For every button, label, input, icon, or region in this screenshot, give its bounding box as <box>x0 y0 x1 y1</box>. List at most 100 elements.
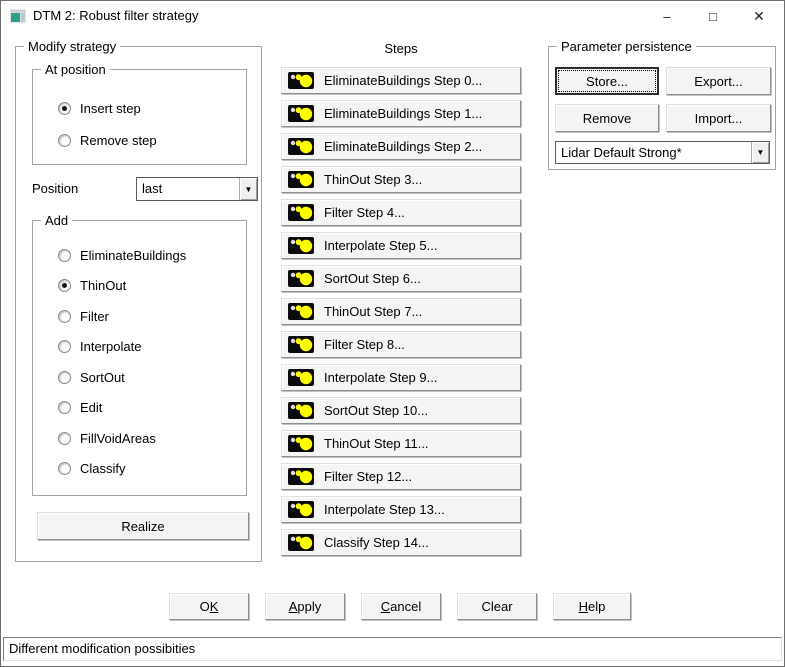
radio-icon <box>58 310 71 323</box>
at-position-group: At position Insert step Remove step <box>32 69 247 165</box>
add-radio-option[interactable]: Classify <box>58 459 186 479</box>
add-options: EliminateBuildings ThinOut Filter Interp… <box>58 245 186 479</box>
step-button-label: ThinOut Step 3... <box>324 172 422 187</box>
step-button-label: Interpolate Step 9... <box>324 370 437 385</box>
radio-option-label: Insert step <box>80 101 141 116</box>
radio-option-label: FillVoidAreas <box>80 431 156 446</box>
step-button[interactable]: Filter Step 4... <box>281 199 521 226</box>
clear-button[interactable]: Clear <box>457 593 537 620</box>
preset-combobox[interactable]: Lidar Default Strong* ▼ <box>555 141 770 164</box>
step-button[interactable]: Interpolate Step 9... <box>281 364 521 391</box>
steps-column: Steps EliminateBuildings Step 0... <box>281 41 521 562</box>
strategy-step-icon <box>288 468 314 485</box>
step-button-label: ThinOut Step 11... <box>324 436 429 451</box>
step-button-label: Classify Step 14... <box>324 535 429 550</box>
position-combobox-value: last <box>137 178 239 200</box>
add-radio-option[interactable]: Edit <box>58 398 186 418</box>
step-button[interactable]: SortOut Step 10... <box>281 397 521 424</box>
add-radio-option[interactable]: Filter <box>58 306 186 326</box>
step-button[interactable]: ThinOut Step 3... <box>281 166 521 193</box>
radio-option-label: Edit <box>80 400 102 415</box>
radio-option-label: Classify <box>80 461 126 476</box>
radio-icon <box>58 279 71 292</box>
step-button[interactable]: Interpolate Step 13... <box>281 496 521 523</box>
step-button[interactable]: Interpolate Step 5... <box>281 232 521 259</box>
title-bar: DTM 2: Robust filter strategy – □ ✕ <box>1 1 784 31</box>
step-button[interactable]: Filter Step 8... <box>281 331 521 358</box>
close-button[interactable]: ✕ <box>736 1 782 31</box>
modify-strategy-label: Modify strategy <box>24 39 120 54</box>
step-button[interactable]: EliminateBuildings Step 1... <box>281 100 521 127</box>
step-button[interactable]: SortOut Step 6... <box>281 265 521 292</box>
radio-icon <box>58 102 71 115</box>
store-button-label: Store... <box>558 70 656 92</box>
strategy-step-icon <box>288 171 314 188</box>
apply-button[interactable]: Apply <box>265 593 345 620</box>
store-button[interactable]: Store... <box>555 67 659 95</box>
cancel-button[interactable]: Cancel <box>361 593 441 620</box>
radio-option-label: ThinOut <box>80 278 126 293</box>
at-position-radio-option[interactable]: Insert step <box>58 98 157 118</box>
strategy-step-icon <box>288 72 314 89</box>
step-button-label: ThinOut Step 7... <box>324 304 422 319</box>
step-button[interactable]: Filter Step 12... <box>281 463 521 490</box>
strategy-step-icon <box>288 105 314 122</box>
radio-option-label: Remove step <box>80 133 157 148</box>
footer-buttons: OK Apply Cancel Clear Help <box>169 593 631 620</box>
radio-icon <box>58 462 71 475</box>
strategy-step-icon <box>288 138 314 155</box>
step-button-label: EliminateBuildings Step 0... <box>324 73 482 88</box>
add-radio-option[interactable]: SortOut <box>58 367 186 387</box>
position-combobox[interactable]: last ▼ <box>136 177 258 201</box>
step-button-label: Filter Step 4... <box>324 205 405 220</box>
step-button[interactable]: ThinOut Step 11... <box>281 430 521 457</box>
at-position-radio-option[interactable]: Remove step <box>58 130 157 150</box>
import-button[interactable]: Import... <box>666 104 771 132</box>
export-button[interactable]: Export... <box>666 67 771 95</box>
realize-button[interactable]: Realize <box>37 512 249 540</box>
step-button[interactable]: ThinOut Step 7... <box>281 298 521 325</box>
strategy-step-icon <box>288 204 314 221</box>
strategy-step-icon <box>288 336 314 353</box>
strategy-step-icon <box>288 369 314 386</box>
step-button[interactable]: EliminateBuildings Step 0... <box>281 67 521 94</box>
add-radio-option[interactable]: FillVoidAreas <box>58 428 186 448</box>
radio-icon <box>58 340 71 353</box>
strategy-step-icon <box>288 303 314 320</box>
chevron-down-icon[interactable]: ▼ <box>751 142 769 163</box>
parameter-persistence-group: Parameter persistence Store... Export...… <box>548 46 776 170</box>
dialog-window: DTM 2: Robust filter strategy – □ ✕ Modi… <box>0 0 785 667</box>
radio-icon <box>58 401 71 414</box>
add-radio-option[interactable]: Interpolate <box>58 337 186 357</box>
parameter-persistence-label: Parameter persistence <box>557 39 696 54</box>
radio-option-label: SortOut <box>80 370 125 385</box>
radio-option-label: Filter <box>80 309 109 324</box>
step-button-label: EliminateBuildings Step 1... <box>324 106 482 121</box>
strategy-step-icon <box>288 270 314 287</box>
position-label: Position <box>32 181 78 196</box>
step-button-label: Filter Step 12... <box>324 469 412 484</box>
minimize-button[interactable]: – <box>644 1 690 31</box>
remove-button[interactable]: Remove <box>555 104 659 132</box>
chevron-down-icon[interactable]: ▼ <box>239 178 257 200</box>
strategy-step-icon <box>288 501 314 518</box>
add-radio-option[interactable]: ThinOut <box>58 276 186 296</box>
ok-button[interactable]: OK <box>169 593 249 620</box>
step-button[interactable]: Classify Step 14... <box>281 529 521 556</box>
steps-list: EliminateBuildings Step 0... EliminateBu… <box>281 67 521 556</box>
help-button[interactable]: Help <box>553 593 631 620</box>
preset-combobox-value: Lidar Default Strong* <box>556 142 751 163</box>
strategy-step-icon <box>288 237 314 254</box>
strategy-step-icon <box>288 534 314 551</box>
step-button-label: SortOut Step 6... <box>324 271 421 286</box>
step-button-label: Interpolate Step 13... <box>324 502 445 517</box>
steps-label: Steps <box>281 41 521 61</box>
add-radio-option[interactable]: EliminateBuildings <box>58 245 186 265</box>
app-icon <box>10 9 26 23</box>
step-button-label: Filter Step 8... <box>324 337 405 352</box>
add-group: Add EliminateBuildings ThinOut Filter In… <box>32 220 247 496</box>
radio-option-label: EliminateBuildings <box>80 248 186 263</box>
maximize-button[interactable]: □ <box>690 1 736 31</box>
radio-icon <box>58 371 71 384</box>
step-button[interactable]: EliminateBuildings Step 2... <box>281 133 521 160</box>
